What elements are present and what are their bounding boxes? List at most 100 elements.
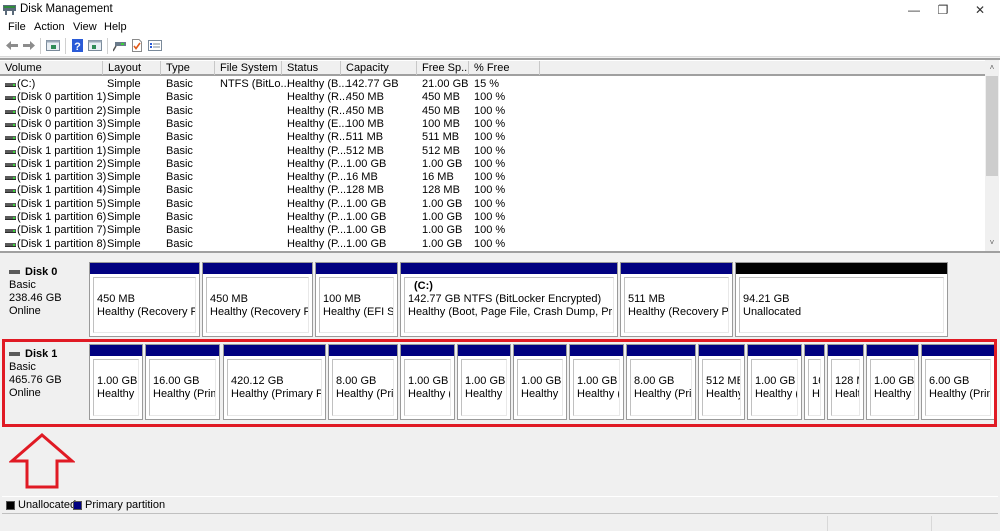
volume-row[interactable]: (Disk 0 partition 1) Simple Basic Healthy (…: [0, 91, 985, 104]
disk-0-label[interactable]: Disk 0 Basic 238.46 GB Online: [3, 262, 86, 337]
partition-block[interactable]: 16He: [804, 344, 825, 420]
partition-block[interactable]: (C:) 142.77 GB NTFS (BitLocker Encrypted)…: [400, 262, 618, 337]
volume-row[interactable]: (Disk 1 partition 2) Simple Basic Healthy (…: [0, 158, 985, 171]
volume-row[interactable]: (Disk 0 partition 3) Simple Basic Healthy (…: [0, 118, 985, 131]
cell-volume: (Disk 1 partition 5): [17, 197, 107, 210]
cell-type: Basic: [166, 184, 193, 197]
column-header-capacity[interactable]: Capacity: [341, 61, 417, 75]
restore-button[interactable]: ❐: [926, 0, 960, 20]
partition-size: 1.00 GB: [874, 375, 915, 387]
disk-1-label[interactable]: Disk 1 Basic 465.76 GB Online: [3, 344, 86, 420]
partition-status: He: [812, 388, 820, 400]
scroll-down-arrow[interactable]: ˅: [986, 237, 998, 249]
partition-block[interactable]: 1.00 GBHealthy (Pri: [400, 344, 455, 420]
partition-block[interactable]: 1.00 GBHealthy (Pri: [89, 344, 143, 420]
column-header-percent-free[interactable]: % Free: [469, 61, 540, 75]
partition-status: Healthy (Recovery Partiti: [628, 306, 729, 318]
partition-block[interactable]: 511 MBHealthy (Recovery Partiti: [620, 262, 733, 337]
title-bar: Disk Management — ❐ ✕: [0, 0, 1000, 20]
cell-free-space: 511 MB: [422, 131, 460, 144]
partition-status: Healthy (Pri: [577, 388, 619, 400]
help-icon[interactable]: ?: [71, 39, 85, 52]
column-header-status[interactable]: Status: [282, 61, 341, 75]
column-header-file-system[interactable]: File System: [215, 61, 282, 75]
disk-name: Disk 1: [9, 348, 80, 361]
partition-block[interactable]: 512 MBHealthy (: [698, 344, 745, 420]
partition-block[interactable]: 1.00 GBHealthy (Pri: [747, 344, 802, 420]
cell-volume: (Disk 1 partition 1): [17, 144, 107, 157]
connect-disk-icon[interactable]: [113, 39, 127, 52]
disk-type: Basic: [9, 279, 36, 291]
partition-block[interactable]: 6.00 GBHealthy (Primar: [921, 344, 995, 420]
volume-row[interactable]: (Disk 0 partition 2) Simple Basic Healthy (…: [0, 105, 985, 118]
volume-row[interactable]: (Disk 1 partition 6) Simple Basic Healthy (…: [0, 211, 985, 224]
partition-details: 1.00 GBHealthy (Pri: [517, 359, 563, 416]
partition-size: 450 MB: [210, 293, 248, 305]
partition-block[interactable]: 450 MBHealthy (Recovery Partiti: [89, 262, 200, 337]
cell-status: Healthy (P...: [287, 157, 347, 170]
properties-list-icon[interactable]: [148, 39, 162, 52]
status-divider: [931, 516, 932, 531]
show-hide-console-tree-icon[interactable]: [46, 39, 60, 52]
status-divider: [827, 516, 828, 531]
menu-help[interactable]: Help: [104, 21, 127, 33]
partition-details: 450 MBHealthy (Recovery Partiti: [206, 277, 309, 333]
cell-type: Basic: [166, 171, 193, 184]
menu-action[interactable]: Action: [34, 21, 65, 33]
forward-icon[interactable]: [22, 39, 36, 52]
menu-file[interactable]: File: [8, 21, 26, 33]
cell-type: Basic: [166, 91, 193, 104]
partition-status: Healthy (Prima: [336, 388, 394, 400]
unallocated-space[interactable]: 94.21 GB Unallocated: [735, 262, 948, 337]
partition-block[interactable]: 16.00 GBHealthy (Primary: [145, 344, 220, 420]
partition-volume-name: [153, 362, 215, 375]
partition-block[interactable]: 128 MHealth: [827, 344, 864, 420]
volume-row[interactable]: (Disk 1 partition 3) Simple Basic Healthy (…: [0, 171, 985, 184]
partition-size: 1.00 GB: [465, 375, 506, 387]
column-header-layout[interactable]: Layout: [103, 61, 161, 75]
partition-block[interactable]: 1.00 GBHealthy (Pri: [457, 344, 511, 420]
partition-block[interactable]: 420.12 GBHealthy (Primary Partit: [223, 344, 326, 420]
cell-volume: (Disk 1 partition 6): [17, 211, 107, 223]
cell-capacity: 1.00 GB: [346, 237, 387, 250]
partition-block[interactable]: 8.00 GBHealthy (Prima: [328, 344, 398, 420]
volume-row[interactable]: (Disk 1 partition 5) Simple Basic Healthy (…: [0, 198, 985, 211]
back-icon[interactable]: [5, 39, 19, 52]
volume-row[interactable]: (Disk 1 partition 4) Simple Basic Healthy (…: [0, 184, 985, 197]
checklist-icon[interactable]: [130, 39, 144, 52]
cell-capacity: 100 MB: [346, 117, 384, 130]
volume-row[interactable]: (Disk 1 partition 7) Simple Basic Healthy (…: [0, 224, 985, 237]
toolbar: ?: [0, 35, 1000, 57]
volume-row[interactable]: (Disk 1 partition 8) Simple Basic Healthy (…: [0, 238, 985, 251]
partition-block[interactable]: 100 MBHealthy (EFI Syste: [315, 262, 398, 337]
partition-block[interactable]: 8.00 GBHealthy (Prima: [626, 344, 696, 420]
column-header-type[interactable]: Type: [161, 61, 215, 75]
volume-row[interactable]: (Disk 0 partition 6) Simple Basic Healthy (…: [0, 131, 985, 144]
volume-row[interactable]: (C:) Simple Basic NTFS (BitLo... Healthy (B.…: [0, 78, 985, 91]
volume-icon: [5, 189, 16, 194]
cell-layout: Simple: [107, 184, 141, 197]
cell-status: Healthy (P...: [287, 144, 347, 157]
partition-details: 512 MBHealthy (: [702, 359, 741, 416]
scroll-up-arrow[interactable]: ˄: [986, 62, 998, 74]
partition-status: Healthy (EFI Syste: [323, 306, 394, 318]
column-header-volume[interactable]: Volume: [0, 61, 103, 75]
cell-status: Healthy (P...: [287, 171, 347, 184]
partition-block[interactable]: 1.00 GBHealthy (Pri: [866, 344, 919, 420]
partition-block[interactable]: 1.00 GBHealthy (Pri: [569, 344, 624, 420]
column-header-filler: [540, 61, 985, 75]
partition-block[interactable]: 1.00 GBHealthy (Pri: [513, 344, 567, 420]
show-hide-action-pane-icon[interactable]: [88, 39, 102, 52]
cell-status: Healthy (P...: [287, 237, 347, 250]
scrollbar-thumb[interactable]: [986, 76, 998, 176]
partition-color-bar: [621, 263, 732, 274]
column-header-free-space[interactable]: Free Sp...: [417, 61, 469, 75]
menu-view[interactable]: View: [73, 21, 97, 33]
partition-block[interactable]: 450 MBHealthy (Recovery Partiti: [202, 262, 313, 337]
volume-row[interactable]: (Disk 1 partition 1) Simple Basic Healthy (…: [0, 145, 985, 158]
partition-volume-name: [628, 280, 728, 293]
close-button[interactable]: ✕: [963, 0, 997, 20]
partition-volume-name: [577, 362, 619, 375]
cell-layout: Simple: [107, 211, 141, 223]
partition-size: 512 MB: [706, 375, 741, 387]
